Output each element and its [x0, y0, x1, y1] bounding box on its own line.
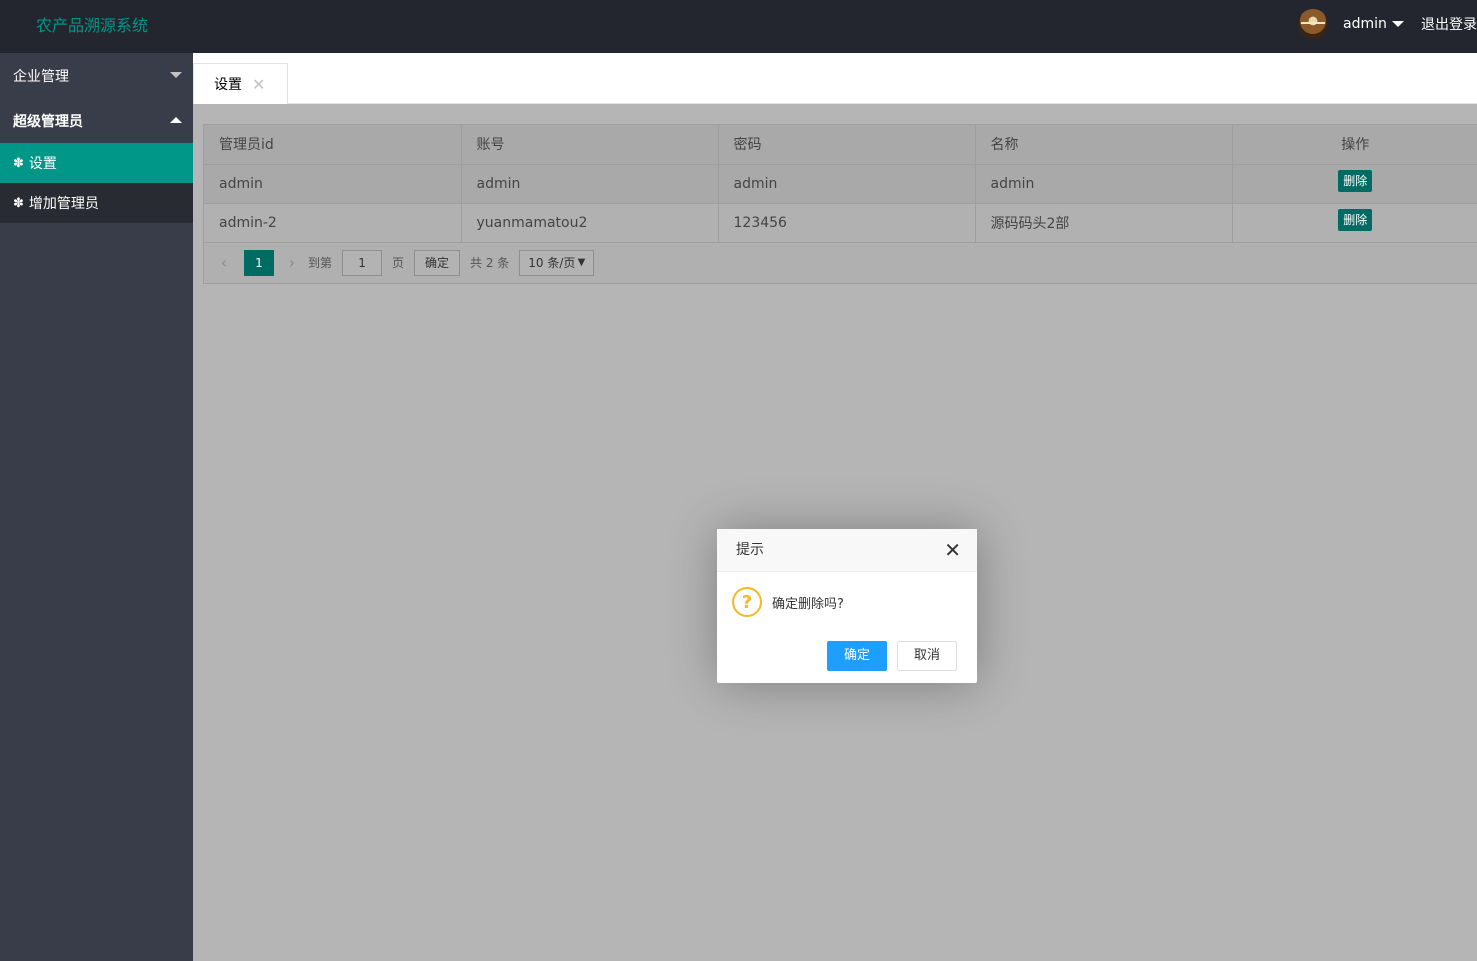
sidebar-group-label: 企业管理: [13, 68, 69, 85]
admin-table: 管理员id 账号 密码 名称 操作 admin admin admin admi…: [203, 124, 1477, 284]
confirm-button[interactable]: 确定: [827, 641, 887, 671]
table-row: admin-2 yuanmamatou2 123456 源码码头2部 删除: [204, 203, 1477, 243]
pagination: ‹ 1 › 到第 1 页 确定 共 2 条 10 条/页 ▼: [204, 243, 1477, 283]
user-menu[interactable]: admin: [1298, 8, 1404, 40]
chevron-down-icon[interactable]: [1391, 21, 1404, 27]
column-header-password: 密码: [718, 125, 976, 165]
sidebar-group-super-admin[interactable]: 超级管理员: [0, 98, 193, 143]
dialog-message: 确定删除吗?: [772, 596, 844, 612]
tab-label: 设置: [214, 77, 242, 93]
goto-confirm-button[interactable]: 确定: [414, 249, 461, 276]
dialog-title-bar: 提示 ✕: [717, 529, 977, 572]
gear-icon: ✽: [13, 195, 24, 211]
gear-icon: ✽: [13, 155, 24, 171]
dialog-title: 提示: [736, 542, 764, 558]
user-name[interactable]: admin: [1343, 16, 1387, 32]
close-icon[interactable]: ✕: [252, 75, 265, 94]
cell-action: 删除: [1232, 203, 1477, 243]
next-page-button[interactable]: ›: [282, 253, 302, 272]
sidebar-item-label: 增加管理员: [28, 196, 99, 212]
tab-bar: 设置 ✕: [193, 53, 1477, 104]
cell-password: admin: [718, 164, 976, 204]
top-header: 农产品溯源系统 admin 退出登录: [0, 0, 1477, 53]
sidebar-group-enterprise[interactable]: 企业管理: [0, 53, 193, 98]
sidebar-item-add-admin[interactable]: ✽ 增加管理员: [0, 183, 193, 223]
caret-down-icon: ▼: [577, 257, 586, 268]
page-label: 页: [392, 256, 405, 270]
avatar[interactable]: [1298, 9, 1328, 39]
delete-button[interactable]: 删除: [1338, 170, 1373, 192]
total-count: 共 2 条: [470, 256, 510, 270]
column-header-action: 操作: [1232, 125, 1477, 165]
page-number-current[interactable]: 1: [244, 249, 274, 276]
table-row: admin admin admin admin 删除: [204, 164, 1477, 204]
question-icon: ?: [732, 587, 762, 617]
app-logo[interactable]: 农产品溯源系统: [36, 12, 148, 36]
column-header-account: 账号: [461, 125, 719, 165]
dialog-body: ? 确定删除吗?: [732, 587, 844, 617]
goto-label: 到第: [308, 256, 333, 270]
cell-account: yuanmamatou2: [461, 203, 719, 243]
sidebar-item-settings[interactable]: ✽ 设置: [0, 143, 193, 183]
cancel-button[interactable]: 取消: [897, 641, 957, 671]
page-size-value: 10 条/页: [528, 256, 576, 270]
cell-name: 源码码头2部: [975, 203, 1233, 243]
cell-admin-id: admin-2: [204, 203, 462, 243]
cell-name: admin: [975, 164, 1233, 204]
confirm-dialog: 提示 ✕ ? 确定删除吗? 确定 取消: [717, 529, 977, 683]
main-content: 设置 ✕ 管理员id 账号 密码 名称 操作 admin admin admin: [193, 53, 1477, 961]
close-icon[interactable]: ✕: [944, 529, 961, 571]
sidebar-submenu: ✽ 设置 ✽ 增加管理员: [0, 143, 193, 223]
cell-account: admin: [461, 164, 719, 204]
column-header-admin-id: 管理员id: [204, 125, 462, 165]
page-size-select[interactable]: 10 条/页 ▼: [519, 249, 595, 276]
sidebar: 企业管理 超级管理员 ✽ 设置 ✽ 增加管理员: [0, 53, 193, 961]
sidebar-item-label: 设置: [28, 156, 57, 172]
chevron-up-icon: [170, 117, 182, 123]
cell-action: 删除: [1232, 164, 1477, 204]
chevron-down-icon: [170, 72, 182, 78]
cell-password: 123456: [718, 203, 976, 243]
goto-page-input[interactable]: 1: [342, 249, 383, 276]
prev-page-button[interactable]: ‹: [214, 253, 234, 272]
column-header-name: 名称: [975, 125, 1233, 165]
tab-settings[interactable]: 设置 ✕: [193, 63, 288, 104]
cell-admin-id: admin: [204, 164, 462, 204]
delete-button[interactable]: 删除: [1338, 209, 1373, 231]
logout-link[interactable]: 退出登录: [1421, 14, 1477, 34]
sidebar-group-label: 超级管理员: [13, 113, 83, 130]
